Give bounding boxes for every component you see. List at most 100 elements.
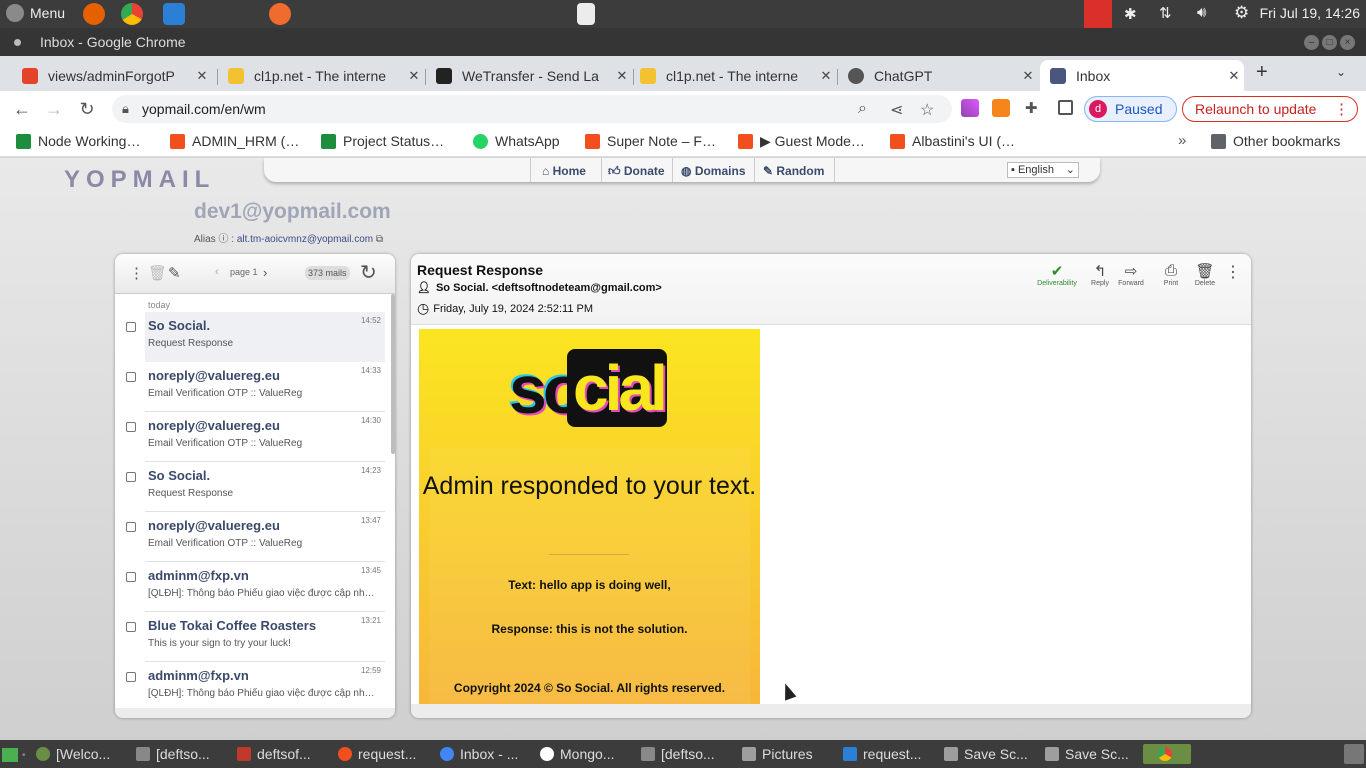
forward-arrow-icon[interactable]: → <box>42 98 66 120</box>
nav-donate[interactable]: 👍︎ Donate <box>608 164 665 179</box>
taskbar-item[interactable]: Inbox - ... <box>440 744 518 764</box>
select-checkbox[interactable] <box>126 522 136 532</box>
bluetooth-icon[interactable]: ✱ <box>1124 5 1137 23</box>
volume-icon[interactable]: 🔊︎ <box>1197 4 1206 21</box>
language-select[interactable]: ▪ English ⌄ <box>1007 162 1079 178</box>
back-arrow-icon[interactable]: ← <box>10 98 34 120</box>
select-checkbox[interactable] <box>126 372 136 382</box>
clock[interactable]: Fri Jul 19, 14:26 <box>1260 5 1360 21</box>
list-item[interactable]: noreply@valuereg.eu Email Verification O… <box>115 512 385 562</box>
tab-chatgpt[interactable]: ChatGPT ✕ <box>838 60 1038 91</box>
refresh-icon[interactable]: ↻ <box>360 260 377 285</box>
select-checkbox[interactable] <box>126 322 136 332</box>
taskbar-item[interactable]: Mongo... <box>540 744 614 764</box>
taskbar-item[interactable]: Save Sc... <box>1045 744 1129 764</box>
info-icon[interactable]: ⓘ <box>218 234 228 245</box>
network-icon[interactable]: ⇅ <box>1159 4 1172 22</box>
lock-icon[interactable]: 🔒︎ <box>122 101 129 117</box>
bookmark-item[interactable]: WhatsApp <box>473 133 560 149</box>
nav-domains[interactable]: ◍ Domains <box>681 164 746 178</box>
tab-close-icon[interactable]: ✕ <box>1224 68 1244 84</box>
relaunch-update-button[interactable]: Relaunch to update ⋮ <box>1182 96 1358 122</box>
tab-inbox[interactable]: Inbox ✕ <box>1040 60 1244 91</box>
deliverability-button[interactable]: ✔ Deliverability <box>1037 262 1077 287</box>
copy-icon[interactable]: ⧉ <box>376 234 383 245</box>
reload-icon[interactable]: ↻ <box>75 98 99 120</box>
bookmark-item[interactable]: Node Working… <box>16 133 140 149</box>
forward-button[interactable]: ⇨ Forward <box>1111 262 1151 287</box>
share-icon[interactable]: ⋖ <box>890 100 903 120</box>
minimize-button[interactable]: – <box>1304 35 1319 50</box>
firefox-launcher-icon[interactable] <box>83 3 105 25</box>
url-text[interactable]: yopmail.com/en/wm <box>142 101 266 117</box>
anydesk-tray-icon[interactable] <box>1084 0 1112 28</box>
trash-icon[interactable]: 🗑︎ <box>148 264 167 282</box>
settings-gear-icon[interactable]: ⚙ <box>1234 3 1249 23</box>
list-item[interactable]: noreply@valuereg.eu Email Verification O… <box>115 412 385 462</box>
workspace-dot-icon[interactable]: • <box>22 750 26 761</box>
select-checkbox[interactable] <box>126 622 136 632</box>
bookmark-star-icon[interactable]: ☆ <box>920 100 934 120</box>
bookmark-item[interactable]: Albastini's UI (… <box>890 133 1015 149</box>
chrome-launcher-icon[interactable] <box>121 3 143 25</box>
tab-cl1p-1[interactable]: cl1p.net - The interne ✕ <box>218 60 424 91</box>
taskbar-item[interactable]: deftsof... <box>237 744 311 764</box>
delete-button[interactable]: 🗑︎ Delete <box>1185 262 1225 287</box>
tab-close-icon[interactable]: ✕ <box>816 68 836 84</box>
profile-paused-button[interactable]: d Paused <box>1084 96 1177 122</box>
mail-more-kebab-icon[interactable]: ⋮ <box>1225 262 1241 282</box>
tab-close-icon[interactable]: ✕ <box>1018 68 1038 84</box>
select-checkbox[interactable] <box>126 472 136 482</box>
postman-launcher-icon[interactable] <box>269 3 291 25</box>
tab-close-icon[interactable]: ✕ <box>404 68 424 84</box>
tab-cl1p-2[interactable]: cl1p.net - The interne ✕ <box>630 60 836 91</box>
select-checkbox[interactable] <box>126 572 136 582</box>
taskbar-active-chrome[interactable] <box>1143 744 1191 764</box>
more-bookmarks-chevron-icon[interactable]: » <box>1178 132 1186 149</box>
tab-close-icon[interactable]: ✕ <box>612 68 632 84</box>
zoom-search-icon[interactable]: ⌕ <box>858 100 867 118</box>
nav-random[interactable]: ✎ Random <box>763 164 824 178</box>
alias-value[interactable]: alt.tm-aoicvmnz@yopmail.com <box>237 234 373 245</box>
system-menu-button[interactable]: Menu <box>6 4 65 22</box>
bookmark-item[interactable]: ADMIN_HRM (… <box>170 133 299 149</box>
taskbar-item[interactable]: Save Sc... <box>944 744 1028 764</box>
quill-extension-icon[interactable] <box>961 99 979 117</box>
new-tab-plus-icon[interactable]: + <box>1256 61 1268 84</box>
bookmark-item[interactable]: ▶ Guest Mode… <box>738 133 865 150</box>
text-editor-launcher-icon[interactable] <box>577 3 595 25</box>
other-bookmarks-folder[interactable]: Other bookmarks <box>1211 133 1340 149</box>
list-item[interactable]: adminm@fxp.vn [QLĐH]: Thông báo Phiếu gi… <box>115 662 385 708</box>
list-item[interactable]: Blue Tokai Coffee Roasters This is your … <box>115 612 385 662</box>
tab-wetransfer[interactable]: WeTransfer - Send La ✕ <box>426 60 632 91</box>
taskbar-item[interactable]: [Welco... <box>36 744 110 764</box>
more-kebab-icon[interactable]: ⋮ <box>129 264 144 282</box>
taskbar-item[interactable]: [deftso... <box>136 744 210 764</box>
bookmark-item[interactable]: Super Note – F… <box>585 133 716 149</box>
metamask-extension-icon[interactable] <box>992 99 1010 117</box>
vscode-launcher-icon[interactable] <box>163 3 185 25</box>
more-kebab-icon[interactable]: ⋮ <box>1334 100 1349 118</box>
maximize-button[interactable]: □ <box>1322 35 1337 50</box>
taskbar-item[interactable]: request... <box>843 744 921 764</box>
list-item[interactable]: So Social. Request Response 14:52 <box>126 312 385 362</box>
extensions-puzzle-icon[interactable]: ✚ <box>1025 99 1038 117</box>
show-desktop-icon[interactable] <box>2 748 18 762</box>
list-item[interactable]: adminm@fxp.vn [QLĐH]: Thông báo Phiếu gi… <box>115 562 385 612</box>
close-window-button[interactable]: × <box>1340 35 1355 50</box>
taskbar-item[interactable]: Pictures <box>742 744 813 764</box>
bookmark-item[interactable]: Project Status… <box>321 133 444 149</box>
side-panel-icon[interactable] <box>1058 100 1073 115</box>
tab-search-chevron-icon[interactable]: ⌄ <box>1336 65 1346 79</box>
tab-close-icon[interactable]: ✕ <box>192 68 212 84</box>
nav-home[interactable]: ⌂ Home <box>542 164 586 178</box>
tray-app-icon[interactable] <box>1344 744 1364 764</box>
list-item[interactable]: So Social. Request Response 14:23 <box>115 462 385 512</box>
compose-pencil-icon[interactable]: ✎ <box>168 264 181 282</box>
taskbar-item[interactable]: request... <box>338 744 416 764</box>
mail-list-scrollbar[interactable] <box>391 294 395 454</box>
select-checkbox[interactable] <box>126 672 136 682</box>
tab-gitlab[interactable]: views/adminForgotP ✕ <box>12 60 212 91</box>
select-checkbox[interactable] <box>126 422 136 432</box>
address-bar[interactable]: 🔒︎ yopmail.com/en/wm ⌕ ⋖ ☆ <box>112 95 952 123</box>
